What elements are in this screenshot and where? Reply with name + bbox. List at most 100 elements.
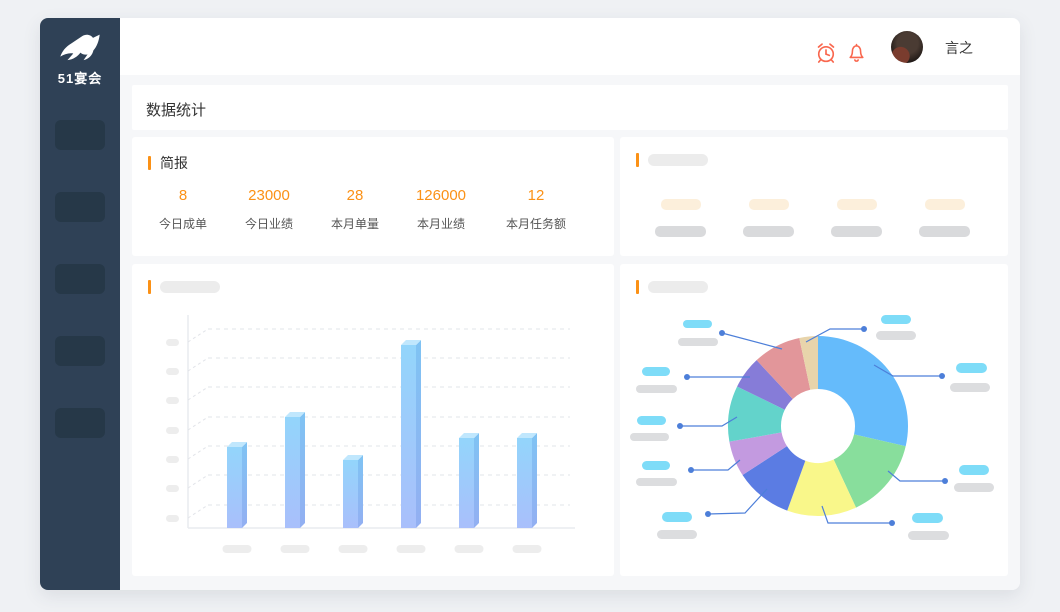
swallow-logo-icon — [58, 32, 102, 66]
callout-label-skeleton — [636, 478, 677, 486]
sidebar-menu-item[interactable] — [55, 120, 105, 150]
grid-depth-tick — [188, 387, 208, 400]
y-tick-skeleton — [166, 456, 179, 463]
y-tick-skeleton — [166, 515, 179, 522]
bar — [401, 345, 416, 528]
sidebar-menu-item[interactable] — [55, 336, 105, 366]
bar-chart-card — [132, 264, 614, 576]
callout-dot — [889, 520, 895, 526]
grid-depth-tick — [188, 446, 208, 459]
callout-label-skeleton — [630, 433, 669, 441]
callout-label-skeleton — [908, 531, 949, 540]
callout-dot — [705, 511, 711, 517]
placeholder-card-header — [636, 153, 708, 167]
bar — [459, 438, 474, 528]
value-skeleton — [661, 199, 701, 210]
stat-item: 12 本月任务额 — [506, 187, 566, 232]
bar — [285, 417, 300, 528]
stat-value: 12 — [506, 187, 566, 204]
stat-value: 23000 — [245, 187, 293, 204]
callout-line — [691, 460, 740, 470]
callout-dot — [688, 467, 694, 473]
callout-value-skeleton — [683, 320, 712, 328]
grid-depth-tick — [188, 475, 208, 488]
x-tick-skeleton — [455, 545, 484, 553]
alarm-clock-icon[interactable] — [815, 42, 837, 64]
title-skeleton — [648, 154, 708, 166]
placeholder-column — [655, 199, 706, 237]
sidebar-menu-item[interactable] — [55, 264, 105, 294]
callout-label-skeleton — [678, 338, 718, 346]
label-skeleton — [831, 226, 882, 237]
stat-item: 8 今日成单 — [159, 187, 207, 232]
sidebar-menu — [55, 120, 105, 480]
x-tick-skeleton — [281, 545, 310, 553]
sidebar-menu-item[interactable] — [55, 408, 105, 438]
callout-dot — [942, 478, 948, 484]
bar-side-face — [532, 433, 537, 528]
page-title-bar: 数据统计 — [132, 85, 1008, 130]
logo: 51宴会 — [40, 32, 120, 87]
callout-value-skeleton — [956, 363, 987, 373]
value-skeleton — [749, 199, 789, 210]
y-tick-skeleton — [166, 368, 179, 375]
app-container: 51宴会 言之 — [40, 18, 1020, 590]
app-window: 51宴会 言之 — [0, 0, 1060, 612]
x-tick-skeleton — [223, 545, 252, 553]
grid-depth-tick — [188, 329, 208, 342]
placeholder-column — [743, 199, 794, 237]
sidebar: 51宴会 — [40, 18, 120, 590]
user-name[interactable]: 言之 — [945, 38, 973, 58]
stat-label: 本月任务额 — [506, 215, 566, 232]
y-tick-skeleton — [166, 339, 179, 346]
callout-dot — [684, 374, 690, 380]
callout-label-skeleton — [954, 483, 994, 492]
sidebar-menu-item[interactable] — [55, 192, 105, 222]
donut-chart-card — [620, 264, 1008, 576]
bar-chart — [132, 264, 614, 576]
callout-dot — [861, 326, 867, 332]
callout-line — [722, 333, 782, 349]
grid-depth-tick — [188, 358, 208, 371]
placeholder-card — [620, 137, 1008, 256]
bar — [227, 447, 242, 528]
accent-bar — [636, 280, 639, 294]
y-tick-skeleton — [166, 485, 179, 492]
callout-label-skeleton — [636, 385, 677, 393]
donut-chart-card-header — [636, 280, 708, 294]
stat-value: 8 — [159, 187, 207, 204]
avatar[interactable] — [891, 31, 923, 63]
x-tick-skeleton — [513, 545, 542, 553]
bar-side-face — [300, 412, 305, 528]
callout-label-skeleton — [876, 331, 916, 340]
callout-dot — [719, 330, 725, 336]
callout-line — [888, 471, 945, 481]
bar-side-face — [358, 455, 363, 528]
callout-value-skeleton — [642, 367, 670, 376]
callout-value-skeleton — [881, 315, 911, 324]
bell-icon[interactable] — [846, 42, 867, 64]
value-skeleton — [925, 199, 965, 210]
y-tick-skeleton — [166, 427, 179, 434]
stat-item: 23000今日业绩 — [245, 187, 293, 232]
callout-value-skeleton — [642, 461, 670, 470]
stat-label: 今日成单 — [159, 215, 207, 232]
callout-dot — [677, 423, 683, 429]
grid-depth-tick — [188, 417, 208, 430]
donut-segment — [818, 336, 908, 446]
callout-value-skeleton — [912, 513, 943, 523]
accent-bar — [636, 153, 639, 167]
callout-dot — [939, 373, 945, 379]
bar-side-face — [242, 442, 247, 528]
x-tick-skeleton — [339, 545, 368, 553]
grid-depth-tick — [188, 505, 208, 518]
stat-label: 本月业绩 — [416, 215, 466, 232]
stat-item: 28本月单量 — [331, 187, 379, 232]
label-skeleton — [655, 226, 706, 237]
callout-label-skeleton — [950, 383, 990, 392]
briefing-title: 简报 — [160, 153, 188, 173]
callout-value-skeleton — [959, 465, 989, 475]
bar-side-face — [474, 433, 479, 528]
bar-chart-card-header — [148, 280, 220, 294]
title-skeleton — [648, 281, 708, 293]
